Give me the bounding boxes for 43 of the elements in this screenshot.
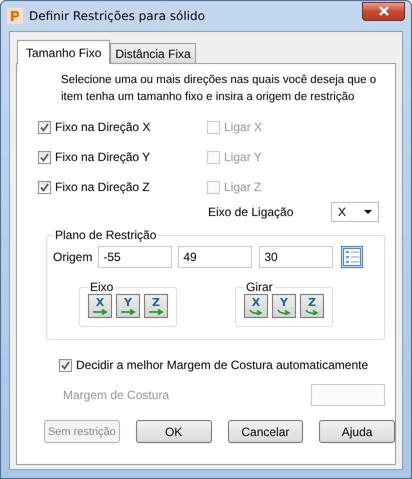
dialog-button[interactable]: Ajuda [319,420,395,443]
origin-label: Origem [53,250,92,264]
arrow-icon [148,309,164,315]
curved-arrow-icon [276,309,292,315]
checkbox[interactable]: Fixo na Direção Y [38,148,207,166]
list-button[interactable] [341,246,364,268]
checkbox[interactable]: Fixo na Direção X [38,118,207,136]
close-button[interactable] [362,2,405,20]
axis-button[interactable]: Y [116,294,140,318]
axis-button[interactable]: X [88,294,112,318]
close-icon [378,6,390,16]
arrow-icon [120,309,136,315]
coordinate-field[interactable]: -55 [98,246,172,268]
coordinate-field[interactable]: 49 [178,246,252,268]
window-title: Definir Restrições para sólido [29,9,206,23]
rotate-button[interactable]: X [244,294,268,318]
caret-icon [364,210,372,214]
coordinate-field[interactable]: 30 [259,246,334,268]
rotate-button[interactable]: Y [272,294,296,318]
arrow-icon [92,309,108,315]
curved-arrow-icon [304,309,320,315]
app-logo-icon [7,8,23,24]
tab[interactable]: Distância Fixa [110,43,196,63]
checkbox[interactable]: Fixo na Direção Z [38,178,207,196]
axis-button[interactable]: Z [144,294,168,318]
check-icon [40,182,49,192]
group-title: Eixo [89,280,114,294]
dialog-button[interactable]: Cancelar [228,420,304,443]
axis-dropdown[interactable]: X [331,202,379,222]
list-icon [343,248,362,266]
curved-arrow-icon [248,309,264,315]
tab[interactable]: Tamanho Fixo [17,40,110,64]
group-title: Girar [245,280,274,294]
margin-label: Margem de Costura [63,388,170,402]
rotate-button[interactable]: Z [300,294,324,318]
checkbox[interactable]: Decidir a melhor Margem de Costura automaticamente [59,356,395,374]
check-icon [40,152,49,162]
check-icon [61,360,70,370]
dialog-button[interactable]: OK [136,420,212,443]
group-title: Plano de Restrição [54,228,158,242]
link-axis-label: Eixo de Ligação [208,205,294,219]
instructions-text: Selecione uma ou mais direções nas quais você deseja que o item tenha um tamanho fixo e insira a origem de restrição [61,73,378,105]
check-icon [40,122,49,132]
